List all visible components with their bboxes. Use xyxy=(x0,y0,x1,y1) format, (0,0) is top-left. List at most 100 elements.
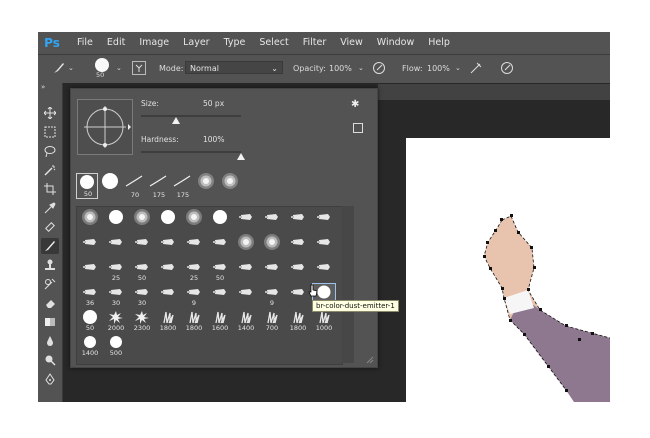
brush-preset[interactable]: 1600 xyxy=(209,309,231,332)
brush-preset[interactable]: 1800 xyxy=(183,309,205,332)
brush-preset[interactable]: 9 xyxy=(261,284,283,307)
brush-preset[interactable]: 25 xyxy=(183,259,205,282)
brush-preset[interactable]: 50 xyxy=(79,309,101,332)
magic-wand-tool-icon[interactable] xyxy=(41,162,59,178)
flow-value[interactable]: 100% xyxy=(427,64,450,73)
menu-filter[interactable]: Filter xyxy=(296,32,334,54)
menu-file[interactable]: File xyxy=(70,32,100,54)
brush-tip-preview[interactable] xyxy=(77,99,133,155)
recent-brush[interactable]: 50 xyxy=(76,173,98,199)
brush-preset[interactable]: 50 xyxy=(131,259,153,282)
brush-preset[interactable] xyxy=(183,234,205,257)
brush-preset[interactable] xyxy=(235,234,257,257)
brush-tool-preset-icon[interactable] xyxy=(52,61,66,75)
size-slider-thumb[interactable] xyxy=(172,117,180,124)
brush-preset[interactable]: 1800 xyxy=(157,309,179,332)
brush-preset[interactable] xyxy=(105,209,127,232)
opacity-value[interactable]: 100% xyxy=(329,64,352,73)
brush-preset[interactable]: 2000 xyxy=(105,309,127,332)
new-preset-icon[interactable] xyxy=(353,123,363,133)
size-value[interactable]: 50 px xyxy=(203,99,224,108)
pressure-size-icon[interactable] xyxy=(500,61,514,75)
menu-edit[interactable]: Edit xyxy=(100,32,132,54)
hardness-slider[interactable] xyxy=(141,151,241,153)
healing-brush-tool-icon[interactable] xyxy=(41,219,59,235)
eraser-tool-icon[interactable] xyxy=(41,295,59,311)
brush-preset[interactable] xyxy=(235,209,257,232)
move-tool-icon[interactable] xyxy=(41,105,59,121)
brush-preset[interactable]: 700 xyxy=(261,309,283,332)
brush-tool-icon[interactable] xyxy=(41,238,59,254)
hardness-slider-thumb[interactable] xyxy=(237,153,245,160)
recent-brush[interactable] xyxy=(196,173,218,199)
flow-dropdown-icon[interactable]: ⌄ xyxy=(455,64,461,72)
airbrush-icon[interactable] xyxy=(469,61,483,75)
recent-brush[interactable]: 70 xyxy=(124,173,146,199)
brush-preset[interactable] xyxy=(209,234,231,257)
pen-tool-icon[interactable] xyxy=(41,371,59,387)
brush-preset[interactable] xyxy=(209,209,231,232)
menu-select[interactable]: Select xyxy=(252,32,295,54)
brush-preset[interactable] xyxy=(287,259,309,282)
marquee-tool-icon[interactable] xyxy=(41,124,59,140)
eyedropper-tool-icon[interactable] xyxy=(41,200,59,216)
brush-preset[interactable] xyxy=(79,234,101,257)
recent-brush[interactable] xyxy=(220,173,242,199)
settings-gear-icon[interactable]: ✱ xyxy=(351,99,359,110)
brush-size-preview[interactable] xyxy=(95,58,109,72)
brush-preset[interactable] xyxy=(131,234,153,257)
brush-preset[interactable]: 25 xyxy=(105,259,127,282)
brush-preset[interactable] xyxy=(157,284,179,307)
brush-preset[interactable] xyxy=(313,209,335,232)
brush-preset[interactable] xyxy=(261,209,283,232)
brush-preset[interactable] xyxy=(157,234,179,257)
brush-preset[interactable] xyxy=(261,234,283,257)
menu-window[interactable]: Window xyxy=(370,32,421,54)
brush-preset[interactable]: 9 xyxy=(183,284,205,307)
brush-preset[interactable] xyxy=(235,259,257,282)
document-canvas[interactable] xyxy=(406,138,610,402)
recent-brush[interactable]: 175 xyxy=(172,173,194,199)
brush-preset[interactable]: 500 xyxy=(105,334,127,357)
menu-help[interactable]: Help xyxy=(421,32,457,54)
size-slider[interactable] xyxy=(141,115,241,117)
size-dropdown-icon[interactable]: ⌄ xyxy=(116,64,122,72)
brush-preset[interactable]: 1000 xyxy=(313,309,335,332)
brush-preset[interactable] xyxy=(235,284,257,307)
blur-tool-icon[interactable] xyxy=(41,333,59,349)
gradient-tool-icon[interactable] xyxy=(41,314,59,330)
brush-preset[interactable] xyxy=(287,209,309,232)
brush-preset[interactable]: 30 xyxy=(105,284,127,307)
history-brush-tool-icon[interactable] xyxy=(41,276,59,292)
grid-scrollbar[interactable] xyxy=(342,206,354,363)
toolbar-collapse-button[interactable]: » xyxy=(41,83,45,91)
clone-stamp-tool-icon[interactable] xyxy=(41,257,59,273)
pressure-opacity-icon[interactable] xyxy=(372,61,386,75)
brush-preset[interactable] xyxy=(157,209,179,232)
lasso-tool-icon[interactable] xyxy=(41,143,59,159)
opacity-dropdown-icon[interactable]: ⌄ xyxy=(358,64,364,72)
brush-preset[interactable] xyxy=(157,259,179,282)
mode-select[interactable]: Normal ⌄ xyxy=(185,61,283,74)
brush-preset[interactable]: 30 xyxy=(131,284,153,307)
brush-preset[interactable]: 36 xyxy=(79,284,101,307)
preset-dropdown-icon[interactable]: ⌄ xyxy=(68,64,74,72)
hardness-value[interactable]: 100% xyxy=(203,135,224,144)
brush-preset[interactable]: 2300 xyxy=(131,309,153,332)
brush-preset[interactable] xyxy=(261,259,283,282)
brush-preset[interactable]: 50 xyxy=(209,259,231,282)
brush-preset[interactable] xyxy=(79,259,101,282)
brush-preset[interactable]: 1400 xyxy=(235,309,257,332)
brush-preset[interactable] xyxy=(183,209,205,232)
brush-preset[interactable] xyxy=(313,234,335,257)
brush-preset[interactable]: 1800 xyxy=(287,309,309,332)
brush-panel-toggle-icon[interactable] xyxy=(132,61,146,75)
brush-preset[interactable] xyxy=(105,234,127,257)
brush-preset[interactable] xyxy=(287,234,309,257)
crop-tool-icon[interactable] xyxy=(41,181,59,197)
menu-image[interactable]: Image xyxy=(132,32,176,54)
brush-preset[interactable] xyxy=(287,284,309,307)
dodge-tool-icon[interactable] xyxy=(41,352,59,368)
panel-resize-grip-icon[interactable] xyxy=(366,356,374,364)
brush-preset[interactable] xyxy=(131,209,153,232)
